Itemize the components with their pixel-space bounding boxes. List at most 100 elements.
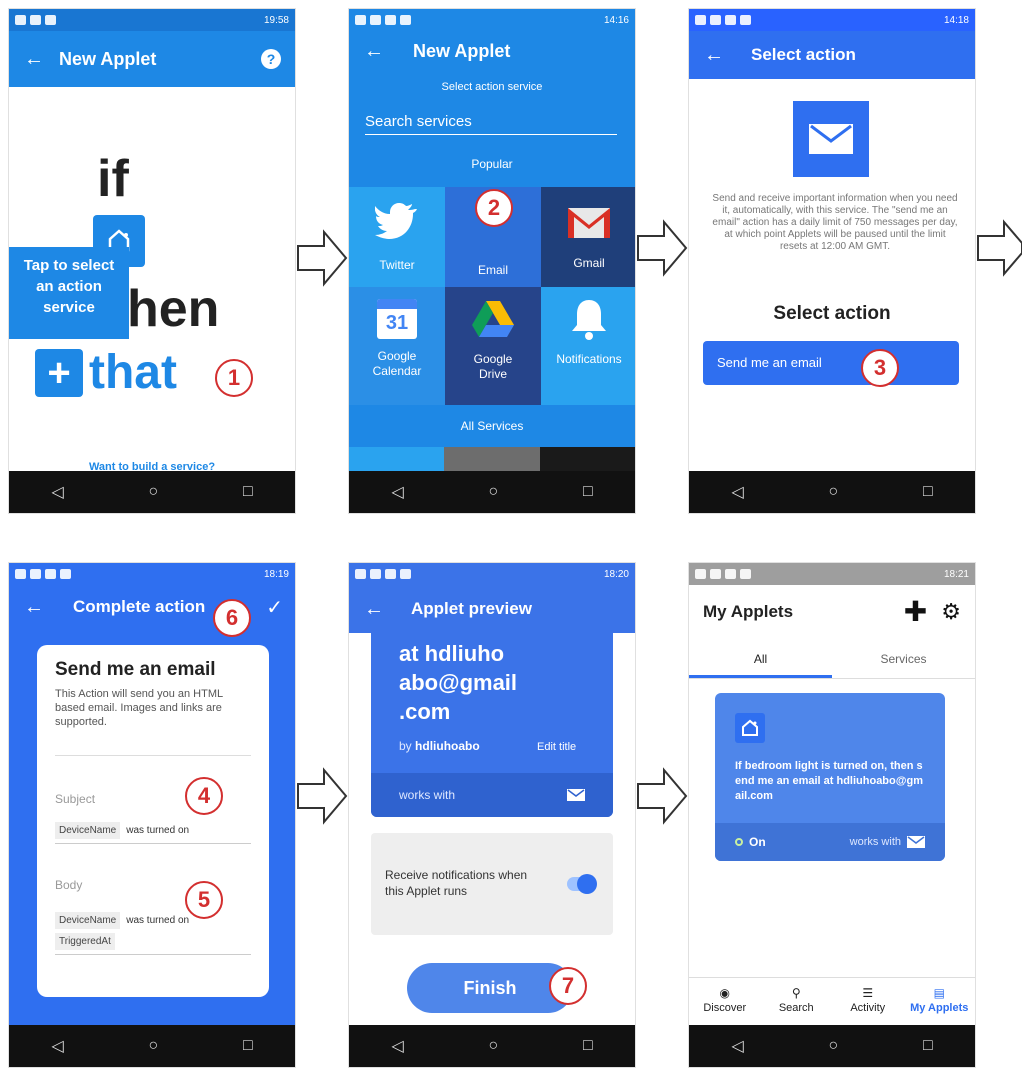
notification-toggle[interactable] <box>567 874 597 894</box>
select-action-heading: Select action <box>773 303 891 324</box>
send-email-action-button[interactable]: Send me an email <box>703 341 959 385</box>
nav-back-icon[interactable]: ◁ <box>391 482 403 502</box>
back-arrow-icon[interactable]: ← <box>9 48 59 71</box>
nav-recent-icon[interactable]: □ <box>583 1037 593 1055</box>
action-service-tooltip[interactable]: Tap to select an action service <box>9 247 129 339</box>
nav-home-icon[interactable]: ○ <box>148 1037 158 1055</box>
all-services-link[interactable]: All Services <box>349 419 635 433</box>
settings-gear-icon[interactable]: ⚙ <box>941 599 961 625</box>
bottom-tab-bar: ◉ Discover ⚲ Search ☰ Activity ▤ My Appl… <box>689 977 975 1027</box>
gmail-icon <box>568 208 610 238</box>
bottom-tab-search[interactable]: ⚲ Search <box>761 978 833 1027</box>
app-bar: ← Applet preview <box>349 585 635 633</box>
triggered-at-token: TriggeredAt <box>55 933 115 950</box>
nav-recent-icon[interactable]: □ <box>583 483 593 501</box>
status-bar: 18:20 <box>349 563 635 585</box>
bottom-tab-label: My Applets <box>910 1002 969 1014</box>
edit-title-link[interactable]: Edit title <box>537 741 576 753</box>
nav-home-icon[interactable]: ○ <box>488 483 498 501</box>
nav-recent-icon[interactable]: □ <box>923 483 933 501</box>
nav-back-icon[interactable]: ◁ <box>731 482 743 502</box>
page-title: New Applet <box>59 48 157 69</box>
subject-field[interactable]: DeviceName was turned on <box>55 822 251 844</box>
app-bar: ← Select action <box>689 31 975 79</box>
service-tile-google-calendar[interactable]: 31 Google Calendar <box>349 287 445 405</box>
tooltip-line-2: an action <box>36 278 102 295</box>
back-arrow-icon[interactable]: ← <box>9 596 59 619</box>
tab-services[interactable]: Services <box>832 643 975 678</box>
popular-label: Popular <box>471 157 513 171</box>
notification-text: Receive notifications when this Applet r… <box>385 868 528 898</box>
flow-arrow-icon <box>297 229 348 287</box>
status-dot-icon <box>735 838 743 846</box>
bottom-tab-discover[interactable]: ◉ Discover <box>689 978 761 1027</box>
service-tile-notifications[interactable]: Notifications <box>541 287 635 405</box>
tile-label: Email <box>477 263 508 277</box>
back-arrow-icon[interactable]: ← <box>689 44 739 67</box>
nav-back-icon[interactable]: ◁ <box>731 1036 743 1056</box>
nav-recent-icon[interactable]: □ <box>923 1037 933 1055</box>
card-title: Send me an email <box>55 659 216 680</box>
calendar-icon: 31 <box>377 299 417 339</box>
bell-icon <box>572 300 606 340</box>
phone-complete-action: 18:19 ← Complete action ✓ 6 Send me an e… <box>8 562 296 1068</box>
add-applet-icon[interactable]: ✚ <box>904 598 927 626</box>
android-nav-bar: ◁ ○ □ <box>9 471 295 513</box>
phone-new-applet: 19:58 ← New Applet ? if hen Tap to selec… <box>8 8 296 514</box>
that-button[interactable]: + that <box>35 345 177 400</box>
nav-home-icon[interactable]: ○ <box>828 483 838 501</box>
back-arrow-icon[interactable]: ← <box>349 598 399 621</box>
applet-card[interactable]: If bedroom light is turned on, then send… <box>715 693 945 861</box>
page-title: Complete action <box>73 597 206 616</box>
app-bar: ← Complete action ✓ <box>9 585 295 629</box>
phone-select-action-service: 14:16 ← New Applet Select action service… <box>348 8 636 514</box>
service-tile-google-drive[interactable]: Google Drive <box>445 287 541 405</box>
eye-icon: ◉ <box>719 986 730 1000</box>
step-badge-6: 6 <box>213 599 251 637</box>
page-title: My Applets <box>703 602 794 621</box>
works-with-label: works with <box>849 836 901 848</box>
step-badge-4: 4 <box>185 777 223 815</box>
applet-footer: On works with <box>715 823 945 861</box>
applet-service-icon <box>735 713 765 743</box>
android-nav-bar: ◁ ○ □ <box>349 1025 635 1067</box>
nav-recent-icon[interactable]: □ <box>243 483 253 501</box>
bottom-tab-label: Discover <box>703 1002 747 1014</box>
android-nav-bar: ◁ ○ □ <box>349 471 635 513</box>
step-badge-3: 3 <box>861 349 899 387</box>
bottom-tab-activity[interactable]: ☰ Activity <box>832 978 904 1027</box>
applets-icon: ▤ <box>933 986 945 1000</box>
nav-recent-icon[interactable]: □ <box>243 1037 253 1055</box>
service-tile-twitter[interactable]: Twitter <box>349 187 445 287</box>
status-bar: 18:21 <box>689 563 975 585</box>
nav-home-icon[interactable]: ○ <box>148 483 158 501</box>
email-service-icon <box>793 101 869 177</box>
nav-home-icon[interactable]: ○ <box>828 1037 838 1055</box>
search-services-input[interactable]: Search services <box>365 113 617 135</box>
bottom-tab-label: Search <box>778 1002 814 1014</box>
action-fields-card: Send me an email This Action will send y… <box>37 645 269 997</box>
nav-back-icon[interactable]: ◁ <box>391 1036 403 1056</box>
step-badge-1: 1 <box>215 359 253 397</box>
bottom-tab-my-applets[interactable]: ▤ My Applets <box>904 978 976 1027</box>
if-text: if <box>97 150 129 208</box>
service-tile-gmail[interactable]: Gmail <box>541 187 635 287</box>
tab-all[interactable]: All <box>689 643 832 678</box>
plus-icon: + <box>35 348 83 397</box>
works-with-label: works with <box>399 788 456 802</box>
help-icon[interactable]: ? <box>261 49 281 69</box>
phone-my-applets: 18:21 My Applets ✚ ⚙ All Services If bed… <box>688 562 976 1068</box>
confirm-check-icon[interactable]: ✓ <box>266 595 283 620</box>
status-bar: 14:18 <box>689 9 975 31</box>
nav-home-icon[interactable]: ○ <box>488 1037 498 1055</box>
device-name-token: DeviceName <box>55 822 121 839</box>
nav-back-icon[interactable]: ◁ <box>51 482 63 502</box>
body-field[interactable]: DeviceName was turned on TriggeredAt <box>55 912 251 955</box>
tile-label: Notifications <box>556 352 622 366</box>
applet-text: at hdliuho abo@gmail .com <box>399 641 518 724</box>
back-arrow-icon[interactable]: ← <box>349 40 399 63</box>
finish-button[interactable]: Finish <box>407 963 573 1013</box>
status-time: 18:19 <box>263 568 289 580</box>
nav-back-icon[interactable]: ◁ <box>51 1036 63 1056</box>
status-on: On <box>749 835 766 849</box>
